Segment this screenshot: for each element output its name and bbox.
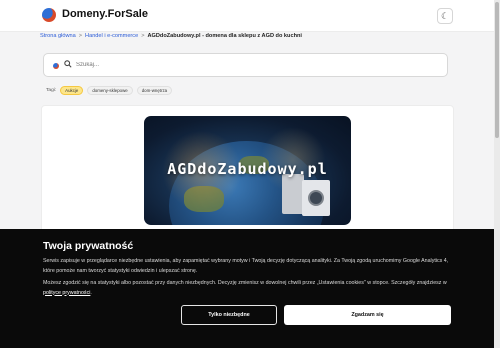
accept-button[interactable]: Zgadzam się — [284, 305, 451, 325]
cookie-consent-banner: Twoja prywatność Serwis zapisuje w przeg… — [0, 229, 494, 348]
search-icon — [64, 60, 72, 71]
language-flag-icon[interactable] — [53, 63, 59, 69]
cookie-choice-text-body: Możesz zgodzić się na statystyki albo po… — [43, 280, 447, 286]
breadcrumb-category-link[interactable]: Handel i e-commerce — [85, 33, 138, 39]
page-scrollbar[interactable] — [494, 0, 500, 348]
tag-aukcje[interactable]: Aukcje — [60, 86, 84, 95]
page: Domeny.ForSale ☾ Strona główna > Handel i … — [0, 0, 500, 348]
breadcrumb-home-link[interactable]: Strona główna — [40, 33, 76, 39]
tag-dom-wnetrza[interactable]: dom-wnętrza — [136, 86, 173, 95]
scrollbar-thumb[interactable] — [495, 2, 499, 138]
site-header: Domeny.ForSale ☾ — [0, 0, 494, 32]
breadcrumb-current: AGDdoZabudowy.pl - domena dla sklepu z A… — [147, 33, 302, 39]
privacy-policy-link[interactable]: polityce prywatności — [43, 290, 90, 296]
breadcrumb-separator: > — [78, 33, 83, 39]
domain-hero-image: AGDdoZabudowy.pl — [144, 116, 351, 225]
necessary-only-button[interactable]: Tylko niezbędne — [181, 305, 277, 325]
globe-logo-icon[interactable] — [42, 8, 56, 22]
breadcrumb: Strona główna > Handel i e-commerce > AGDdoZ… — [40, 33, 302, 39]
cookie-description: Serwis zapisuje w przeglądarce niezbędne… — [43, 258, 449, 274]
appliances-graphic — [282, 174, 332, 218]
cookie-choice-text-end: . — [90, 289, 92, 296]
search-input[interactable] — [76, 59, 436, 71]
cookie-choice-text: Możesz zgodzić się na statystyki albo po… — [43, 279, 455, 298]
tags-row: Tagi: Aukcje domeny-sklepowe dom-wnętrza — [46, 86, 173, 95]
search-bar[interactable] — [43, 53, 448, 77]
cookie-title: Twoja prywatność — [43, 240, 134, 252]
hero-domain-text: AGDdoZabudowy.pl — [167, 160, 328, 178]
breadcrumb-separator: > — [141, 33, 145, 39]
moon-icon[interactable]: ☾ — [437, 8, 453, 24]
brand-name[interactable]: Domeny.ForSale — [62, 8, 148, 20]
tag-domeny-sklepowe[interactable]: domeny-sklepowe — [87, 86, 133, 95]
tags-label: Tagi: — [46, 88, 57, 93]
